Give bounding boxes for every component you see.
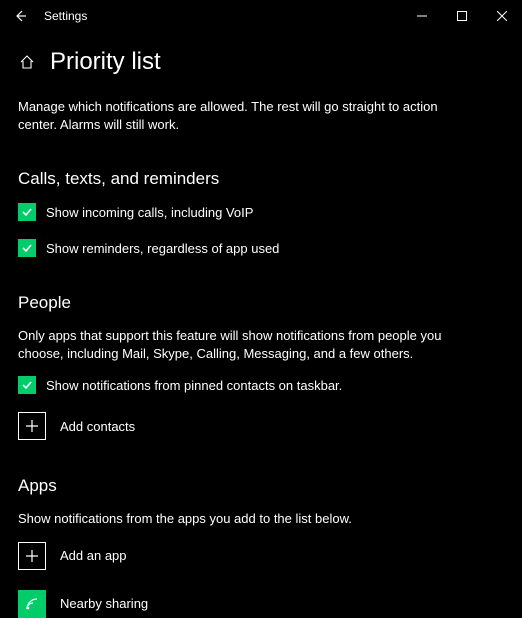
add-contacts-button[interactable]: Add contacts xyxy=(18,412,504,440)
section-title-calls: Calls, texts, and reminders xyxy=(18,169,504,189)
content: Priority list Manage which notifications… xyxy=(0,32,522,618)
add-box xyxy=(18,412,46,440)
app-icon xyxy=(18,590,46,618)
arrow-left-icon xyxy=(13,9,27,23)
section-description-apps: Show notifications from the apps you add… xyxy=(18,510,458,528)
check-icon xyxy=(21,242,33,254)
home-icon xyxy=(19,54,35,70)
window-title: Settings xyxy=(44,9,87,23)
checkbox-row-incoming-calls[interactable]: Show incoming calls, including VoIP xyxy=(18,203,504,221)
back-button[interactable] xyxy=(8,4,32,28)
checkbox-row-pinned-contacts[interactable]: Show notifications from pinned contacts … xyxy=(18,376,504,394)
add-label: Add contacts xyxy=(60,419,135,434)
check-icon xyxy=(21,206,33,218)
plus-icon xyxy=(24,418,40,434)
maximize-button[interactable] xyxy=(442,0,482,32)
add-box xyxy=(18,542,46,570)
page-header: Priority list xyxy=(18,48,504,76)
page-title: Priority list xyxy=(50,48,161,76)
maximize-icon xyxy=(457,11,467,21)
minimize-button[interactable] xyxy=(402,0,442,32)
section-description-people: Only apps that support this feature will… xyxy=(18,327,458,362)
add-label: Add an app xyxy=(60,548,127,563)
titlebar: Settings xyxy=(0,0,522,32)
close-icon xyxy=(497,11,507,21)
minimize-icon xyxy=(417,11,427,21)
checkbox-pinned-contacts[interactable] xyxy=(18,376,36,394)
nearby-sharing-icon xyxy=(24,596,40,612)
section-title-apps: Apps xyxy=(18,476,504,496)
checkbox-label: Show incoming calls, including VoIP xyxy=(46,205,253,220)
checkbox-row-reminders[interactable]: Show reminders, regardless of app used xyxy=(18,239,504,257)
checkbox-reminders[interactable] xyxy=(18,239,36,257)
plus-icon xyxy=(24,548,40,564)
checkbox-label: Show notifications from pinned contacts … xyxy=(46,378,342,393)
checkbox-label: Show reminders, regardless of app used xyxy=(46,241,279,256)
home-button[interactable] xyxy=(18,53,36,71)
app-label: Nearby sharing xyxy=(60,596,148,611)
add-app-button[interactable]: Add an app xyxy=(18,542,504,570)
checkbox-incoming-calls[interactable] xyxy=(18,203,36,221)
page-description: Manage which notifications are allowed. … xyxy=(18,98,438,133)
check-icon xyxy=(21,379,33,391)
close-button[interactable] xyxy=(482,0,522,32)
app-list-item-nearby-sharing[interactable]: Nearby sharing xyxy=(18,590,504,618)
section-title-people: People xyxy=(18,293,504,313)
